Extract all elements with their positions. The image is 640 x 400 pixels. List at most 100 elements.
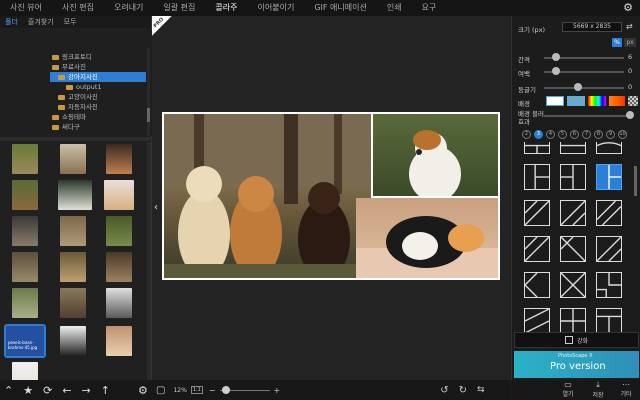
flip-icon[interactable]: ⇆ [477, 385, 485, 395]
tree-item[interactable]: 쇼핑테마 [52, 112, 86, 122]
up-arrow-icon[interactable]: ⌃ [4, 384, 13, 397]
tree-item[interactable]: 고양이사진 [58, 92, 98, 102]
layout-option[interactable] [560, 200, 586, 226]
pro-version-banner[interactable]: PhotoScape X Pro version [514, 351, 639, 378]
blur-slider[interactable] [544, 115, 630, 117]
bg-transparent-swatch[interactable] [628, 96, 638, 106]
save-button[interactable]: ⤓ 저장 [585, 380, 611, 400]
tree-item[interactable]: 써다구 [52, 122, 80, 132]
layout-count-6[interactable]: 6 [570, 130, 579, 139]
settings-gear-icon[interactable]: ⚙ [622, 2, 634, 14]
layout-count-3[interactable]: 3 [534, 130, 543, 139]
layout-option[interactable] [524, 200, 550, 226]
thumbnail[interactable] [106, 288, 132, 318]
tree-item[interactable]: 링크포토디 [52, 52, 92, 62]
thumbnail[interactable] [12, 252, 38, 282]
layout-option[interactable] [560, 142, 586, 154]
rotate-right-icon[interactable]: ↻ [459, 385, 467, 396]
layout-option[interactable] [596, 236, 622, 262]
rotate-left-icon[interactable]: ↺ [440, 385, 448, 396]
thumbnail[interactable] [60, 252, 86, 282]
tab-gif[interactable]: GIF 애니메이션 [304, 0, 377, 16]
bg-gradient-swatch[interactable] [588, 96, 606, 106]
layout-scrollbar[interactable] [634, 166, 637, 196]
layout-count-9[interactable]: 9 [606, 130, 615, 139]
thumbnail-selected[interactable]: pexels-bean-brahms-45.jpg [4, 324, 46, 358]
thumbnail-scrollbar[interactable] [147, 142, 151, 395]
layout-option[interactable] [560, 236, 586, 262]
more-button[interactable]: ⋯ 기타 [613, 380, 639, 400]
margin-slider-knob[interactable] [552, 67, 560, 75]
thumbnail[interactable] [106, 144, 132, 174]
layout-option[interactable] [524, 142, 550, 154]
tab-request[interactable]: 요구 [412, 0, 447, 16]
tab-collage[interactable]: 콜라주 [205, 0, 247, 16]
gear-icon[interactable]: ⚙ [138, 384, 148, 397]
panel-divider[interactable] [0, 137, 152, 141]
blur-slider-knob[interactable] [626, 111, 634, 119]
radius-slider-knob[interactable] [574, 83, 582, 91]
tab-combine[interactable]: 이어붙이기 [248, 0, 305, 16]
bg-color-swatch[interactable] [609, 96, 625, 106]
collage-cell-terrier[interactable] [373, 114, 498, 196]
tree-item[interactable]: output1 [66, 82, 102, 92]
layout-option[interactable] [524, 308, 550, 334]
zoom-in-icon[interactable]: + [274, 386, 281, 395]
spacing-slider-knob[interactable] [552, 53, 560, 61]
thumbnail[interactable] [106, 326, 132, 356]
tree-item[interactable]: 무료사진 [52, 62, 86, 72]
tab-cut-out[interactable]: 오려내기 [104, 0, 153, 16]
tree-item-selected[interactable]: 강아지사진 [50, 72, 146, 82]
thumbnail[interactable] [104, 180, 134, 210]
thumbnail[interactable] [12, 216, 38, 246]
swap-size-icon[interactable]: ⇄ [626, 22, 633, 31]
layout-count-10[interactable]: 10 [618, 130, 627, 139]
apply-button[interactable]: 강화 [514, 332, 639, 348]
thumbnail[interactable] [60, 216, 86, 246]
collage-cell-boston-terrier[interactable] [356, 198, 498, 278]
zoom-out-icon[interactable]: − [209, 386, 216, 395]
unit-px-button[interactable]: px [624, 38, 636, 47]
layout-option[interactable] [560, 272, 586, 298]
bg-pattern-swatch[interactable] [567, 96, 585, 106]
back-icon[interactable]: ← [62, 384, 71, 397]
subtab-favorites[interactable]: 즐겨찾기 [23, 16, 59, 28]
layout-option[interactable] [524, 272, 550, 298]
layout-option-selected[interactable] [596, 164, 622, 190]
layout-option[interactable] [560, 308, 586, 334]
tab-print[interactable]: 인쇄 [377, 0, 412, 16]
layout-option[interactable] [596, 308, 622, 334]
layout-option[interactable] [524, 164, 550, 190]
star-icon[interactable]: ★ [23, 384, 33, 397]
radius-slider[interactable] [544, 87, 624, 89]
size-input[interactable]: 5669 x 2835 [562, 22, 622, 32]
thumbnail[interactable] [58, 180, 92, 210]
layout-count-4[interactable]: 4 [546, 130, 555, 139]
zoom-slider[interactable] [219, 385, 270, 395]
layout-option[interactable] [596, 272, 622, 298]
layout-option[interactable] [596, 200, 622, 226]
refresh-icon[interactable]: ⟳ [43, 384, 52, 397]
tree-scrollbar[interactable] [147, 48, 150, 136]
open-button[interactable]: ▭ 열기 [555, 380, 581, 400]
collage-cell-dogs-group[interactable] [164, 114, 371, 278]
thumbnail[interactable] [60, 288, 86, 318]
layout-count-2[interactable]: 2 [522, 130, 531, 139]
subtab-folder[interactable]: 폴더 [0, 16, 23, 28]
layout-option[interactable] [596, 142, 622, 154]
layout-count-7[interactable]: 7 [582, 130, 591, 139]
thumbnail[interactable] [106, 252, 132, 282]
thumbnail[interactable] [12, 144, 38, 174]
tab-photo-viewer[interactable]: 사진 뷰어 [0, 0, 52, 16]
tree-item[interactable]: 자동차사진 [58, 102, 98, 112]
up-icon[interactable]: ↑ [101, 384, 110, 397]
layout-option[interactable] [524, 236, 550, 262]
tab-batch[interactable]: 일괄 편집 [153, 0, 205, 16]
forward-icon[interactable]: → [82, 384, 91, 397]
thumbnail[interactable] [60, 144, 86, 174]
layout-count-5[interactable]: 5 [558, 130, 567, 139]
thumbnail[interactable] [12, 288, 38, 318]
chevron-left-icon[interactable]: ‹ [154, 202, 158, 213]
bg-white-swatch[interactable] [546, 96, 564, 106]
layout-count-8[interactable]: 8 [594, 130, 603, 139]
